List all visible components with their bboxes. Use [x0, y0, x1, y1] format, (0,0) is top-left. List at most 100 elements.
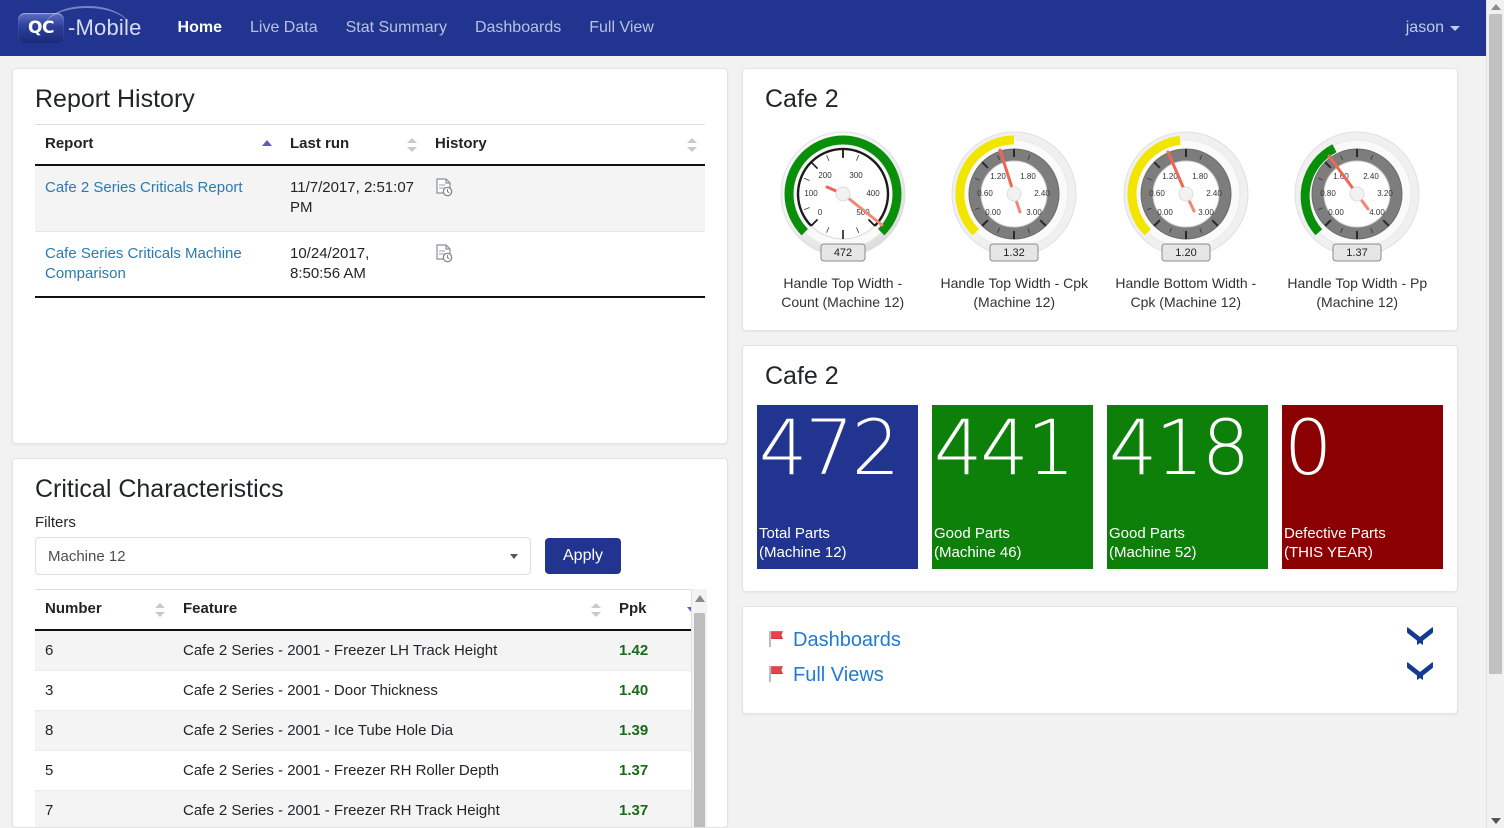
left-column: Report History Report Last run Histo	[12, 68, 728, 828]
sort-toggle-icon	[591, 603, 601, 617]
critical-characteristics-scrollbar[interactable]	[691, 589, 707, 828]
gauge-handle-top-width-count: 0 100 200 300 400 500 472 Handle	[757, 128, 929, 312]
nav-link-home[interactable]: Home	[164, 13, 236, 43]
kpi-caption-line1: Defective Parts	[1284, 525, 1386, 544]
kpi-value: 418	[1109, 411, 1248, 485]
chevron-down-icon	[1450, 26, 1460, 31]
document-clock-icon[interactable]	[435, 244, 453, 264]
user-name-label: jason	[1406, 19, 1444, 37]
nav-link-full-view[interactable]: Full View	[575, 13, 668, 43]
table-row[interactable]: 7 Cafe 2 Series - 2001 - Freezer RH Trac…	[35, 791, 705, 828]
gauge-tick-0: 0.00	[985, 208, 1001, 217]
kpi-tile-good-parts-46[interactable]: 441 Good Parts (Machine 46)	[932, 405, 1093, 569]
machine-filter-select[interactable]: Machine 12	[35, 537, 531, 575]
gauge-tick-3: 1.80	[1192, 172, 1208, 181]
kpi-caption-line2: (Machine 46)	[934, 544, 1022, 563]
nav-link-dashboards[interactable]: Dashboards	[461, 13, 575, 43]
gauge-tick-1: 0.80	[1320, 189, 1336, 198]
nav-link-stat-summary[interactable]: Stat Summary	[332, 13, 461, 43]
top-navbar: QC -Mobile Home Live Data Stat Summary D…	[0, 0, 1504, 56]
gauge-label: Handle Top Width - Count (Machine 12)	[768, 274, 918, 312]
sort-toggle-icon	[407, 138, 417, 152]
chevron-down-icon[interactable]	[1407, 632, 1433, 648]
gauge-value: 1.20	[1175, 247, 1196, 259]
filters-label: Filters	[13, 514, 727, 537]
gauge-label: Handle Top Width - Cpk (Machine 12)	[939, 274, 1089, 312]
column-header-history[interactable]: History	[425, 125, 705, 166]
column-header-report[interactable]: Report	[35, 125, 280, 166]
gauge-value: 1.32	[1004, 247, 1025, 259]
chevron-down-icon[interactable]	[1407, 667, 1433, 683]
kpi-tile-good-parts-52[interactable]: 418 Good Parts (Machine 52)	[1107, 405, 1268, 569]
cell-last-run: 11/7/2017, 2:51:07 PM	[280, 165, 425, 231]
sort-toggle-icon	[155, 603, 165, 617]
cell-history	[425, 165, 705, 231]
filter-row: Machine 12 Apply	[13, 537, 727, 589]
sort-ascending-icon	[262, 138, 272, 152]
gauge-svg: 0.00 0.80 1.60 2.40 3.20 4.00 1.37	[1277, 128, 1437, 268]
red-flag-icon	[767, 629, 793, 652]
qc-logo-badge: QC	[18, 13, 64, 43]
critical-characteristics-card: Critical Characteristics Filters Machine…	[12, 458, 728, 828]
column-header-last-run[interactable]: Last run	[280, 125, 425, 166]
scrollbar-thumb[interactable]	[694, 613, 705, 828]
gauge-label: Handle Top Width - Pp (Machine 12)	[1282, 274, 1432, 312]
page-scrollbar[interactable]	[1486, 0, 1504, 828]
column-label-number: Number	[45, 600, 102, 617]
scrollbar-thumb[interactable]	[1489, 14, 1502, 674]
gauge-tick-0: 0.00	[1157, 208, 1173, 217]
critical-characteristics-table: Number Feature Ppk	[35, 589, 705, 828]
table-header-row: Report Last run History	[35, 125, 705, 166]
table-header-row: Number Feature Ppk	[35, 590, 705, 631]
brand-logo[interactable]: QC -Mobile	[18, 13, 142, 43]
quick-link-row-full-views: Full Views	[767, 664, 1433, 687]
kpi-tiles: 472 Total Parts (Machine 12) 441 Good Pa…	[743, 401, 1457, 591]
report-history-tbody: Cafe 2 Series Criticals Report 11/7/2017…	[35, 165, 705, 297]
column-header-number[interactable]: Number	[35, 590, 173, 631]
scroll-up-arrow-icon[interactable]	[1491, 4, 1501, 10]
critical-characteristics-table-wrap: Number Feature Ppk	[35, 589, 705, 828]
table-row[interactable]: 5 Cafe 2 Series - 2001 - Freezer RH Roll…	[35, 751, 705, 791]
kpi-value: 0	[1284, 411, 1330, 485]
gauge-tick-4: 2.40	[1206, 189, 1222, 198]
gauge-svg: 0 100 200 300 400 500 472	[763, 128, 923, 268]
cell-feature: Cafe 2 Series - 2001 - Door Thickness	[173, 671, 609, 711]
table-row[interactable]: 8 Cafe 2 Series - 2001 - Ice Tube Hole D…	[35, 711, 705, 751]
scroll-up-arrow-icon[interactable]	[695, 595, 705, 602]
scroll-down-arrow-icon[interactable]	[1491, 818, 1501, 824]
column-header-feature[interactable]: Feature	[173, 590, 609, 631]
kpi-card: Cafe 2 472 Total Parts (Machine 12) 441 …	[742, 345, 1458, 592]
table-row[interactable]: 6 Cafe 2 Series - 2001 - Freezer LH Trac…	[35, 630, 705, 671]
cell-feature: Cafe 2 Series - 2001 - Freezer RH Roller…	[173, 751, 609, 791]
report-link[interactable]: Cafe 2 Series Criticals Report	[45, 179, 243, 196]
full-views-link[interactable]: Full Views	[793, 664, 884, 687]
nav-links: Home Live Data Stat Summary Dashboards F…	[164, 13, 668, 43]
gauge-tick-0: 0	[818, 208, 823, 217]
nav-link-live-data[interactable]: Live Data	[236, 13, 332, 43]
gauge-label: Handle Bottom Width - Cpk (Machine 12)	[1111, 274, 1261, 312]
quick-link-row-dashboards: Dashboards	[767, 629, 1433, 652]
kpi-caption-line1: Good Parts	[1109, 525, 1197, 544]
kpi-caption: Good Parts (Machine 52)	[1109, 525, 1197, 563]
kpi-tile-total-parts[interactable]: 472 Total Parts (Machine 12)	[757, 405, 918, 569]
column-label-feature: Feature	[183, 600, 237, 617]
gauge-handle-top-width-cpk: 0.00 0.60 1.20 1.80 2.40 3.00 1.32	[929, 128, 1101, 312]
gauges-panel-title: Cafe 2	[743, 69, 1457, 124]
report-history-title: Report History	[13, 69, 727, 124]
gauge-tick-300: 300	[849, 171, 863, 180]
kpi-tile-defective-parts[interactable]: 0 Defective Parts (THIS YEAR)	[1282, 405, 1443, 569]
gauge-tick-200: 200	[818, 171, 832, 180]
dashboards-link[interactable]: Dashboards	[793, 629, 901, 652]
gauge-row: 0 100 200 300 400 500 472 Handle	[743, 124, 1457, 330]
document-clock-icon[interactable]	[435, 178, 453, 198]
red-flag-icon	[767, 664, 793, 687]
apply-button[interactable]: Apply	[545, 538, 621, 574]
user-menu[interactable]: jason	[1406, 19, 1460, 37]
table-row[interactable]: 3 Cafe 2 Series - 2001 - Door Thickness …	[35, 671, 705, 711]
gauge-tick-3: 2.40	[1363, 172, 1379, 181]
gauge-handle-bottom-width-cpk: 0.00 0.60 1.20 1.80 2.40 3.00 1.20	[1100, 128, 1272, 312]
gauge-tick-4: 2.40	[1034, 189, 1050, 198]
gauge-tick-3: 1.80	[1020, 172, 1036, 181]
report-link[interactable]: Cafe Series Criticals Machine Comparison	[45, 245, 242, 282]
gauge-tick-5: 3.00	[1026, 208, 1042, 217]
